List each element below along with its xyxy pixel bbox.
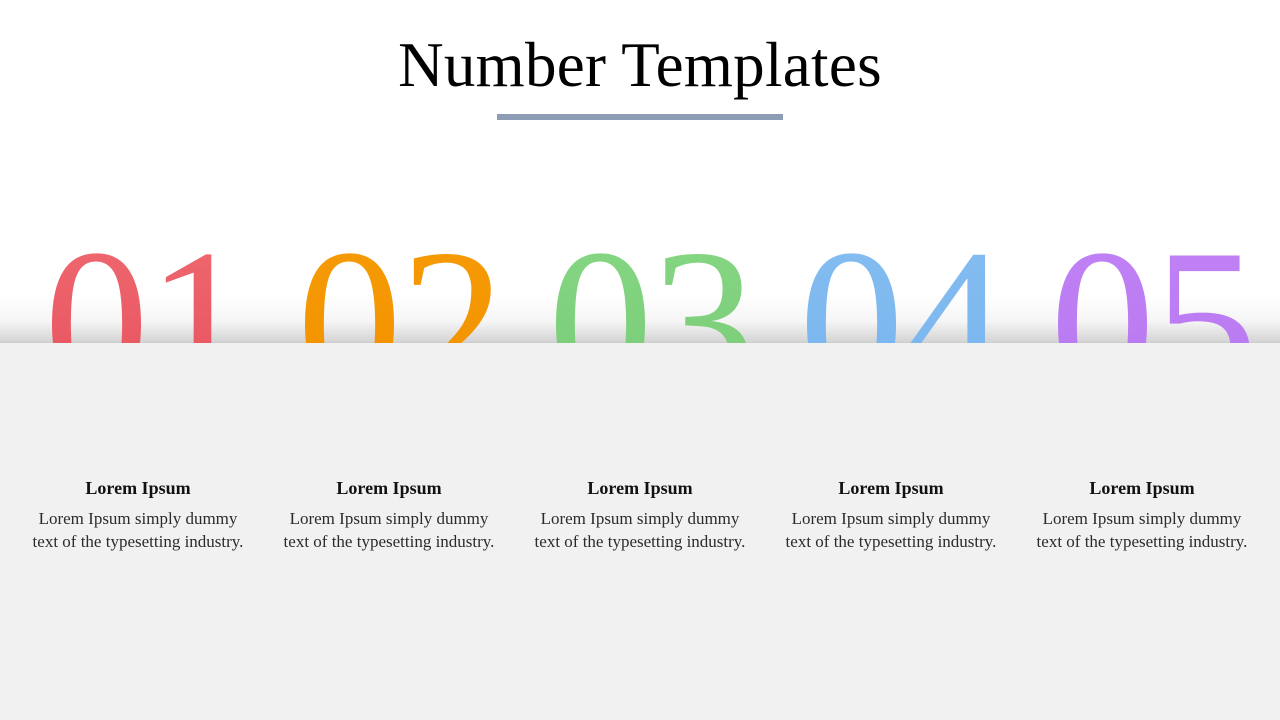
captions-row: Lorem Ipsum Lorem Ipsum simply dummy tex… <box>0 477 1280 597</box>
caption-column-1: Lorem Ipsum Lorem Ipsum simply dummy tex… <box>22 477 254 553</box>
big-number-05: 05 <box>1050 218 1258 343</box>
caption-heading-2: Lorem Ipsum <box>336 478 442 498</box>
caption-body-2: Lorem Ipsum simply dummy text of the typ… <box>283 509 495 551</box>
caption-heading-3: Lorem Ipsum <box>587 478 693 498</box>
big-number-01: 01 <box>44 218 252 343</box>
big-number-02: 02 <box>297 218 505 343</box>
slide-canvas: Number Templates 01 02 03 04 05 Lorem Ip… <box>0 0 1280 720</box>
caption-heading-5: Lorem Ipsum <box>1089 478 1195 498</box>
numbers-row: 01 02 03 04 05 <box>0 0 1280 343</box>
caption-column-3: Lorem Ipsum Lorem Ipsum simply dummy tex… <box>524 477 756 553</box>
big-number-03: 03 <box>548 218 756 343</box>
caption-column-5: Lorem Ipsum Lorem Ipsum simply dummy tex… <box>1026 477 1258 553</box>
big-number-04: 04 <box>799 218 1007 343</box>
caption-heading-1: Lorem Ipsum <box>85 478 191 498</box>
caption-body-1: Lorem Ipsum simply dummy text of the typ… <box>32 509 244 551</box>
caption-heading-4: Lorem Ipsum <box>838 478 944 498</box>
caption-column-4: Lorem Ipsum Lorem Ipsum simply dummy tex… <box>775 477 1007 553</box>
caption-column-2: Lorem Ipsum Lorem Ipsum simply dummy tex… <box>273 477 505 553</box>
caption-body-5: Lorem Ipsum simply dummy text of the typ… <box>1036 509 1248 551</box>
caption-body-3: Lorem Ipsum simply dummy text of the typ… <box>534 509 746 551</box>
caption-body-4: Lorem Ipsum simply dummy text of the typ… <box>785 509 997 551</box>
